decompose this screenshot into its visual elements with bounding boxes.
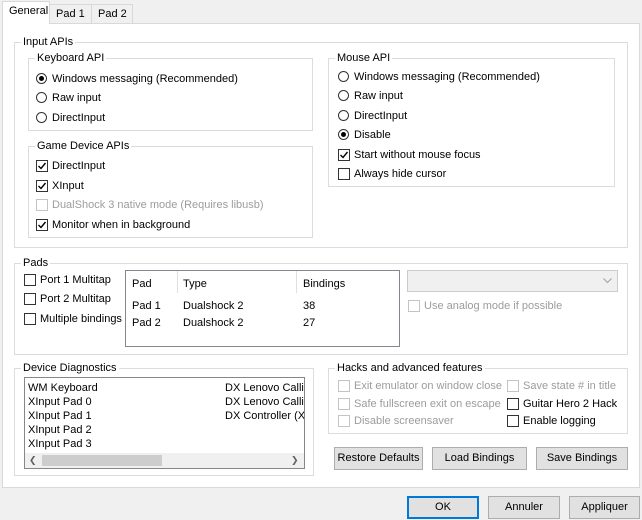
multiple-bindings-label: Multiple bindings — [40, 313, 122, 325]
mouse-directinput-label: DirectInput — [354, 110, 408, 122]
column-separator — [177, 271, 178, 293]
restore-defaults-button[interactable]: Restore Defaults — [334, 447, 423, 470]
checkbox-icon — [507, 398, 519, 410]
scrollbar-thumb[interactable] — [42, 455, 162, 466]
exit-on-close-label: Exit emulator on window close — [354, 380, 502, 392]
disable-screensaver-label: Disable screensaver — [354, 415, 454, 427]
radio-icon — [36, 92, 47, 103]
checkbox-icon — [24, 274, 36, 286]
pad-type-dropdown[interactable] — [407, 270, 618, 292]
checkbox-icon — [36, 199, 48, 211]
table-cell-pad: Pad 1 — [132, 300, 161, 312]
list-item[interactable]: DX Lenovo Callic — [225, 381, 304, 395]
tab-pad-2[interactable]: Pad 2 — [91, 4, 133, 24]
keyboard-directinput-label: DirectInput — [52, 112, 106, 124]
radio-icon — [36, 112, 47, 123]
radio-icon — [338, 90, 349, 101]
cancel-button[interactable]: Annuler — [488, 496, 560, 519]
table-cell-type: Dualshock 2 — [183, 317, 244, 329]
port2-multitap-label: Port 2 Multitap — [40, 293, 111, 305]
tab-pad-1-label: Pad 1 — [56, 8, 85, 20]
start-without-mouse-focus-label: Start without mouse focus — [354, 149, 481, 161]
monitor-background-label: Monitor when in background — [52, 219, 191, 231]
pads-title: Pads — [21, 256, 51, 270]
table-cell-type: Dualshock 2 — [183, 300, 244, 312]
safe-fullscreen-label: Safe fullscreen exit on escape — [354, 398, 501, 410]
analog-mode-label: Use analog mode if possible — [424, 300, 563, 312]
checkbox-icon — [338, 398, 350, 410]
keyboard-raw-input-label: Raw input — [52, 92, 101, 104]
game-device-apis-title: Game Device APIs — [35, 139, 132, 153]
list-item[interactable]: DX Lenovo Callic — [225, 395, 304, 409]
list-item[interactable]: XInput Pad 1 — [28, 409, 92, 423]
checkbox-icon — [507, 415, 519, 427]
table-header-type[interactable]: Type — [183, 277, 207, 291]
keyboard-api-title: Keyboard API — [35, 51, 107, 65]
mouse-api-title: Mouse API — [335, 51, 393, 65]
ok-button[interactable]: OK — [407, 496, 479, 519]
xinput-label: XInput — [52, 180, 84, 192]
table-header-bindings[interactable]: Bindings — [303, 277, 345, 291]
list-item[interactable]: XInput Pad 2 — [28, 423, 92, 437]
table-cell-pad: Pad 2 — [132, 317, 161, 329]
table-row[interactable]: Pad 2 Dualshock 2 27 — [126, 315, 399, 331]
pads-table[interactable]: Pad Type Bindings Pad 1 Dualshock 2 38 P… — [125, 270, 400, 347]
checkbox-icon — [507, 380, 519, 392]
horizontal-scrollbar[interactable]: ❮ ❯ — [25, 453, 304, 468]
list-item[interactable]: DX Controller (XI — [225, 409, 304, 423]
tab-general[interactable]: General — [2, 1, 50, 24]
list-item[interactable]: XInput Pad 0 — [28, 395, 92, 409]
port1-multitap-label: Port 1 Multitap — [40, 274, 111, 286]
chevron-down-icon — [603, 278, 612, 284]
tab-pad-1[interactable]: Pad 1 — [49, 4, 92, 24]
save-bindings-button[interactable]: Save Bindings — [536, 447, 628, 470]
tab-general-label: General — [9, 5, 49, 17]
checkbox-icon — [24, 293, 36, 305]
list-item[interactable]: XInput Pad 3 — [28, 437, 92, 451]
always-hide-cursor-label: Always hide cursor — [354, 168, 447, 180]
checkbox-icon — [338, 415, 350, 427]
mouse-raw-input-label: Raw input — [354, 90, 403, 102]
checkbox-icon — [408, 300, 420, 312]
hacks-title: Hacks and advanced features — [335, 361, 485, 375]
keyboard-windows-messaging-label: Windows messaging (Recommended) — [52, 73, 238, 85]
table-cell-bindings: 27 — [303, 317, 316, 329]
save-state-title-label: Save state # in title — [523, 380, 616, 392]
table-header-pad[interactable]: Pad — [132, 277, 152, 291]
checkbox-checked-icon — [36, 180, 48, 192]
scroll-right-icon[interactable]: ❯ — [291, 453, 299, 467]
list-item[interactable]: WM Keyboard — [28, 381, 98, 395]
device-diagnostics-list[interactable]: WM Keyboard XInput Pad 0 XInput Pad 1 XI… — [24, 377, 305, 469]
directinput-label: DirectInput — [52, 160, 106, 172]
mouse-windows-messaging-label: Windows messaging (Recommended) — [354, 71, 540, 83]
scroll-left-icon[interactable]: ❮ — [29, 453, 37, 467]
column-separator — [296, 271, 297, 293]
radio-icon — [338, 71, 349, 82]
checkbox-checked-icon — [36, 219, 48, 231]
checkbox-icon — [338, 380, 350, 392]
checkbox-icon — [338, 168, 350, 180]
checkbox-checked-icon — [36, 160, 48, 172]
radio-selected-icon — [36, 73, 47, 84]
checkbox-icon — [24, 313, 36, 325]
radio-selected-icon — [338, 129, 349, 140]
input-apis-title: Input APIs — [21, 35, 76, 49]
dualshock3-native-label: DualShock 3 native mode (Requires libusb… — [52, 199, 264, 211]
device-diagnostics-title: Device Diagnostics — [21, 361, 119, 375]
mouse-disable-label: Disable — [354, 129, 391, 141]
table-cell-bindings: 38 — [303, 300, 316, 312]
apply-button[interactable]: Appliquer — [569, 496, 640, 519]
table-row[interactable]: Pad 1 Dualshock 2 38 — [126, 298, 399, 314]
tab-pad-2-label: Pad 2 — [98, 8, 127, 20]
guitar-hero-hack-label: Guitar Hero 2 Hack — [523, 398, 618, 410]
radio-icon — [338, 110, 349, 121]
load-bindings-button[interactable]: Load Bindings — [432, 447, 527, 470]
checkbox-checked-icon — [338, 149, 350, 161]
enable-logging-label: Enable logging — [523, 415, 596, 427]
